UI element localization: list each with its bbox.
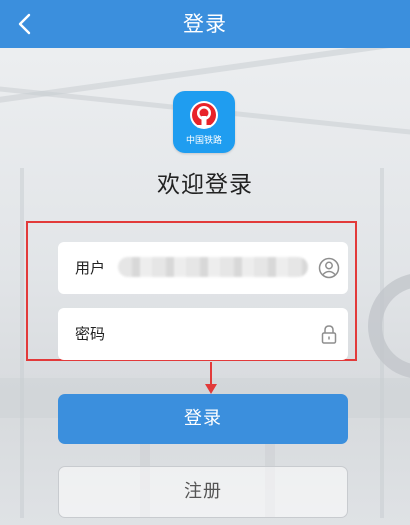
page-title: 登录 [183,12,227,36]
login-button[interactable]: 登录 [58,394,348,444]
lock-icon [318,323,340,345]
username-value-masked[interactable] [118,257,308,277]
app-logo: 中国铁路 [173,91,235,153]
user-circle-icon [318,257,340,279]
username-field[interactable]: 用户 [58,242,348,294]
register-button[interactable]: 注册 [58,466,348,518]
welcome-heading: 欢迎登录 [157,172,253,198]
password-field[interactable]: 密码 [58,308,348,360]
password-label: 密码 [75,325,106,343]
logo-text: 中国铁路 [185,136,222,146]
username-label: 用户 [75,259,106,277]
top-bar: 登录 [0,0,410,48]
annotation-arrow [203,360,219,396]
